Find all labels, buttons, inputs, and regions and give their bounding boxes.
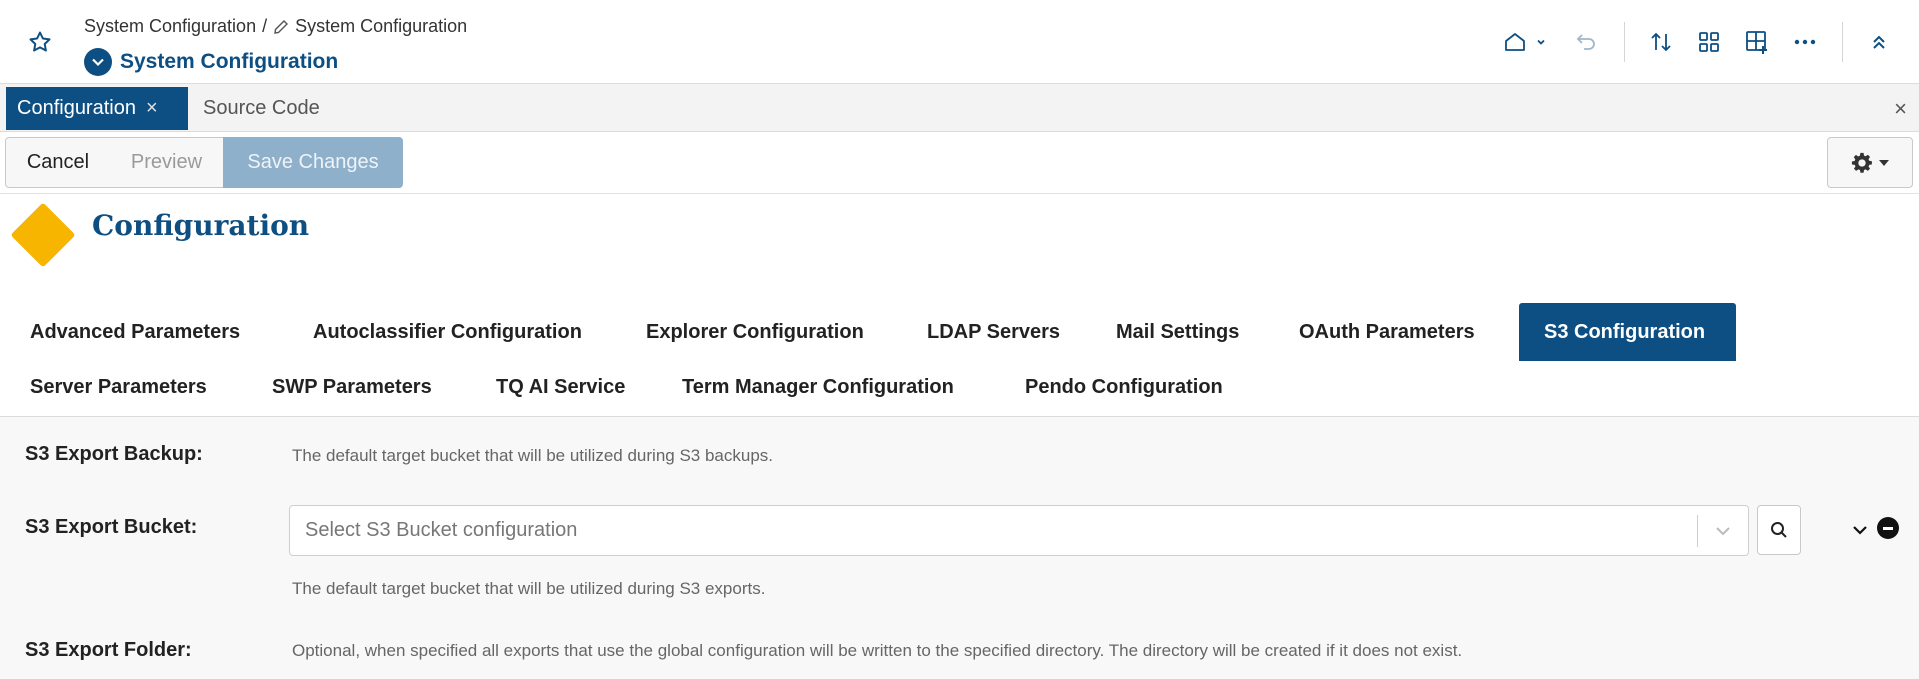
expand-field-button[interactable]	[1849, 519, 1871, 541]
tab-oauth-parameters[interactable]: OAuth Parameters	[1274, 303, 1500, 361]
collapse-header-button[interactable]	[1865, 28, 1893, 56]
s3-export-bucket-select[interactable]: Select S3 Bucket configuration	[289, 505, 1749, 556]
close-icon[interactable]: ×	[146, 97, 158, 120]
breadcrumb-current: System Configuration	[295, 16, 468, 36]
s3-export-folder-description: Optional, when specified all exports tha…	[292, 641, 1463, 660]
chevron-down-icon	[1537, 39, 1545, 45]
collapse-icon	[1873, 35, 1885, 49]
tab-autoclassifier-configuration[interactable]: Autoclassifier Configuration	[288, 303, 607, 361]
tab-ldap-servers[interactable]: LDAP Servers	[902, 303, 1085, 361]
tab-configuration[interactable]: Configuration ×	[6, 87, 188, 130]
title-dropdown-button[interactable]	[84, 48, 112, 76]
breadcrumb: System Configuration / System Configurat…	[84, 16, 467, 37]
chevron-down-icon	[1716, 526, 1730, 535]
sort-icon	[1651, 32, 1671, 52]
tab-tq-ai-service[interactable]: TQ AI Service	[471, 358, 650, 416]
section-heading: Configuration	[92, 209, 310, 242]
chevron-down-icon	[92, 58, 104, 67]
chevron-down-icon	[1853, 526, 1867, 535]
close-icon[interactable]: ×	[1894, 96, 1907, 122]
breadcrumb-separator: /	[262, 16, 268, 36]
more-button[interactable]	[1791, 28, 1819, 56]
tab-swp-parameters[interactable]: SWP Parameters	[247, 358, 457, 416]
page-title: System Configuration	[120, 50, 339, 73]
tab-server-parameters[interactable]: Server Parameters	[5, 358, 232, 416]
select-arrow[interactable]	[1698, 525, 1748, 537]
settings-menu-button[interactable]	[1827, 137, 1913, 188]
breadcrumb-parent[interactable]: System Configuration	[84, 16, 256, 37]
chevron-down-icon	[1879, 159, 1889, 166]
configuration-logo	[10, 202, 76, 268]
document-tabs-bar: Configuration × Source Code	[0, 84, 1919, 132]
undo-icon	[1576, 34, 1595, 50]
home-button[interactable]	[1503, 28, 1527, 56]
select-placeholder: Select S3 Bucket configuration	[305, 519, 578, 541]
sort-button[interactable]	[1647, 28, 1675, 56]
action-toolbar: Cancel Preview Save Changes	[0, 132, 1919, 194]
remove-field-button[interactable]	[1877, 517, 1899, 539]
undo-button[interactable]	[1573, 28, 1601, 56]
header-divider	[1842, 22, 1843, 62]
title-row: System Configuration	[84, 48, 338, 76]
tab-pendo-configuration[interactable]: Pendo Configuration	[1000, 358, 1248, 416]
tab-advanced-parameters[interactable]: Advanced Parameters	[5, 303, 265, 361]
tab-s3-configuration[interactable]: S3 Configuration	[1519, 303, 1736, 361]
search-icon	[1771, 522, 1787, 538]
pencil-icon	[274, 19, 289, 34]
tab-mail-settings[interactable]: Mail Settings	[1091, 303, 1264, 361]
app-header: System Configuration / System Configurat…	[0, 0, 1919, 84]
home-dropdown-button[interactable]	[1533, 28, 1549, 56]
tab-label: Configuration	[17, 97, 136, 119]
s3-export-backup-label: S3 Export Backup:	[25, 443, 203, 465]
header-divider	[1624, 22, 1625, 62]
preview-button[interactable]: Preview	[110, 137, 224, 188]
tab-source-code[interactable]: Source Code	[203, 87, 320, 130]
s3-export-backup-description: The default target bucket that will be u…	[292, 446, 774, 465]
grid-icon	[1699, 32, 1719, 52]
cancel-button[interactable]: Cancel	[5, 137, 111, 188]
save-changes-button[interactable]: Save Changes	[223, 137, 403, 188]
tab-explorer-configuration[interactable]: Explorer Configuration	[621, 303, 889, 361]
minus-icon	[1883, 526, 1893, 530]
home-icon	[1505, 33, 1525, 51]
add-widget-icon	[1746, 31, 1767, 54]
more-icon	[1794, 39, 1816, 45]
s3-export-folder-label: S3 Export Folder:	[25, 639, 192, 661]
s3-export-bucket-label: S3 Export Bucket:	[25, 516, 198, 538]
gear-icon	[1851, 152, 1872, 173]
add-widget-button[interactable]	[1743, 28, 1771, 56]
tab-term-manager-configuration[interactable]: Term Manager Configuration	[657, 358, 979, 416]
star-icon[interactable]	[28, 30, 52, 54]
tab-label: Source Code	[203, 97, 320, 119]
s3-export-bucket-description: The default target bucket that will be u…	[292, 579, 766, 598]
bucket-search-button[interactable]	[1757, 505, 1801, 555]
grid-view-button[interactable]	[1695, 28, 1723, 56]
